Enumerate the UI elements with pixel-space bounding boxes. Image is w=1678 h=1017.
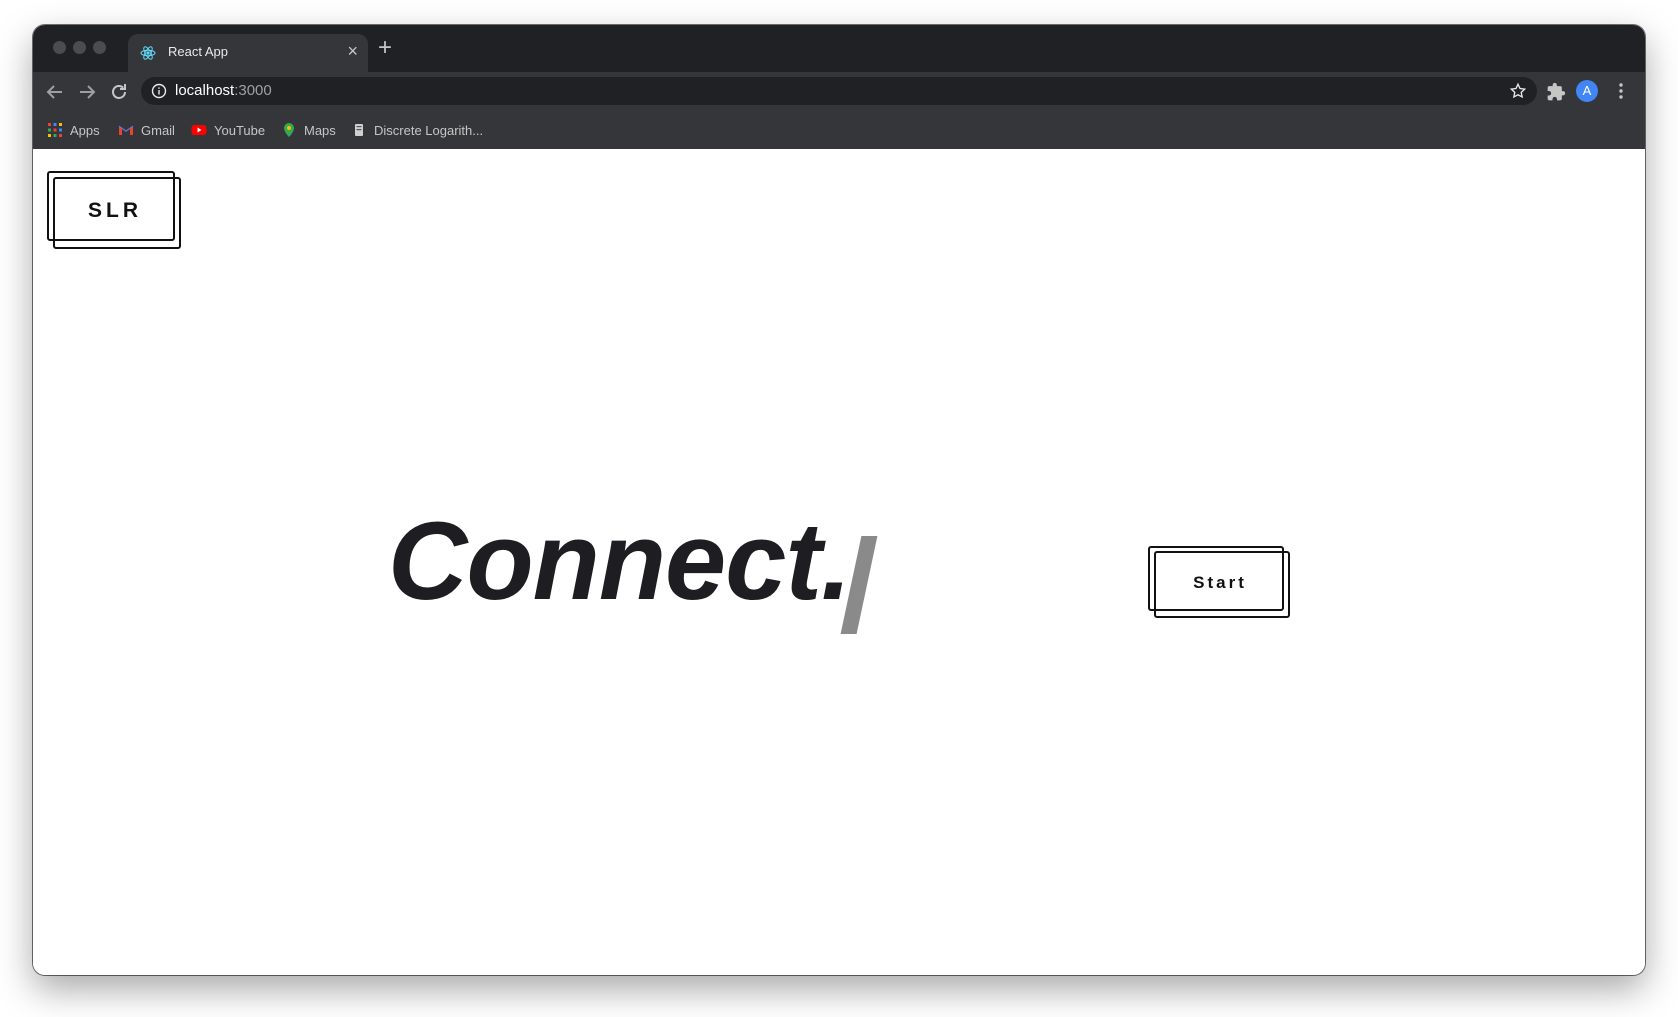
bookmark-star-icon[interactable] — [1509, 82, 1527, 100]
start-button[interactable]: Start — [1148, 546, 1290, 618]
bookmark-label: Gmail — [141, 122, 175, 138]
apps-grid-icon — [48, 123, 62, 137]
bookmark-maps[interactable]: Maps — [281, 122, 336, 138]
tab-react-app[interactable]: React App × — [128, 34, 368, 72]
url-host: localhost — [175, 82, 235, 99]
address-bar[interactable]: localhost:3000 — [141, 77, 1537, 105]
minimize-window-dot[interactable] — [73, 41, 86, 54]
logo-label: SLR — [88, 199, 142, 222]
bookmarks-bar: Apps Gmail YouTube Maps Discrete Logarit… — [33, 111, 1645, 149]
close-window-dot[interactable] — [53, 41, 66, 54]
extensions-puzzle-icon[interactable] — [1546, 82, 1566, 102]
back-arrow-icon[interactable] — [43, 80, 67, 104]
maps-icon — [284, 123, 294, 137]
close-tab-icon[interactable]: × — [347, 41, 358, 61]
browser-toolbar: localhost:3000 A — [33, 72, 1645, 111]
react-favicon-icon — [140, 46, 156, 60]
start-label: Start — [1193, 573, 1247, 592]
page-favicon-icon — [355, 124, 363, 136]
bookmark-label: YouTube — [214, 122, 266, 138]
info-icon[interactable] — [151, 83, 167, 99]
page-content: SLR Connect. Start — [33, 149, 1645, 975]
gmail-icon — [118, 125, 134, 135]
hero-heading: Connect. — [388, 500, 852, 623]
tab-strip: React App × + — [33, 25, 1645, 72]
bookmark-label: Discrete Logarith... — [374, 122, 484, 138]
bookmark-discrete-logarithm[interactable]: Discrete Logarith... — [351, 122, 483, 138]
reload-icon[interactable] — [107, 80, 131, 104]
bookmark-youtube[interactable]: YouTube — [191, 122, 265, 138]
browser-window: React App × + localhost:3000 A Apps Gmai… — [33, 25, 1645, 975]
profile-avatar[interactable]: A — [1576, 80, 1598, 102]
bookmark-label: Apps — [70, 122, 100, 138]
bookmark-label: Maps — [304, 122, 336, 138]
kebab-menu-icon[interactable] — [1611, 81, 1631, 101]
zoom-window-dot[interactable] — [93, 41, 106, 54]
youtube-icon — [191, 125, 207, 135]
bookmark-apps[interactable]: Apps — [47, 122, 100, 138]
tab-title: React App — [168, 44, 228, 59]
slr-logo-button[interactable]: SLR — [47, 171, 181, 249]
new-tab-icon[interactable]: + — [378, 34, 392, 62]
url-text: localhost:3000 — [175, 82, 272, 99]
url-port: :3000 — [234, 82, 272, 99]
bookmark-gmail[interactable]: Gmail — [118, 122, 175, 138]
forward-arrow-icon[interactable] — [75, 80, 99, 104]
